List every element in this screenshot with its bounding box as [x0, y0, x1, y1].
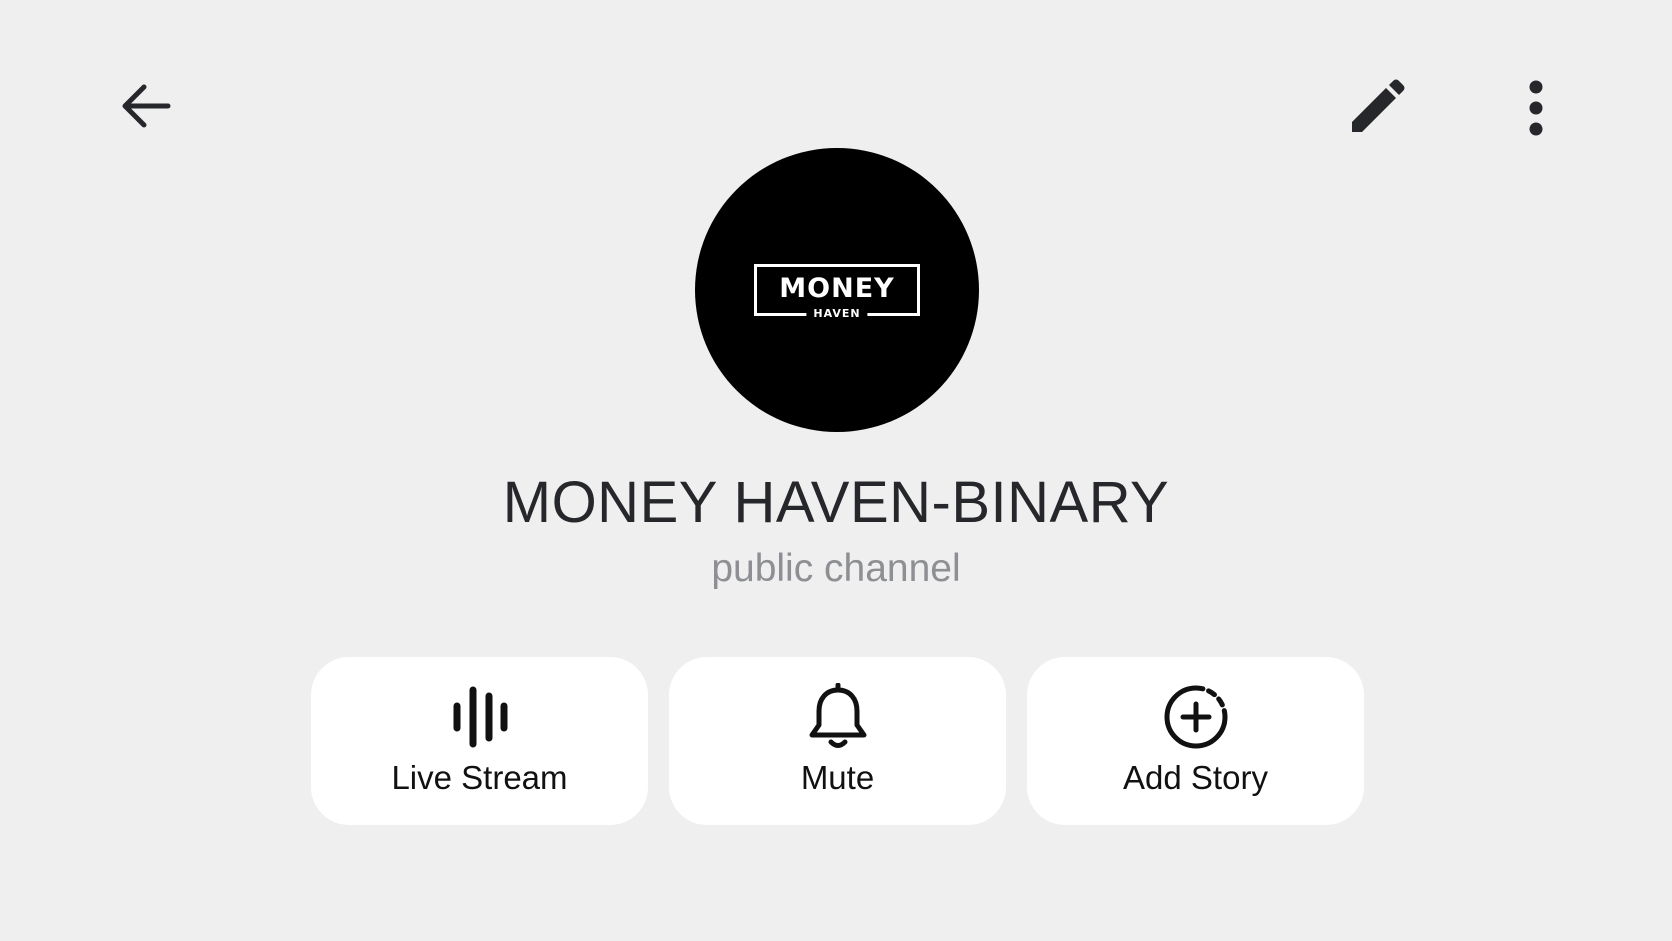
- mute-label: Mute: [800, 759, 875, 796]
- arrow-left-icon: [122, 84, 171, 128]
- back-button[interactable]: [110, 70, 182, 142]
- more-vertical-icon: [1529, 80, 1543, 136]
- channel-name: MONEY HAVEN-BINARY: [502, 470, 1170, 535]
- live-stream-icon: [453, 686, 507, 748]
- logo-main-text: MONEY: [779, 273, 895, 304]
- channel-profile-screen: MONEY HAVEN MONEY HAVEN-BINARY public ch…: [0, 0, 1672, 941]
- more-options-button[interactable]: [1500, 72, 1572, 144]
- channel-type: public channel: [711, 547, 961, 590]
- action-buttons: Live Stream Mute Add Story: [311, 657, 1364, 825]
- mute-button[interactable]: Mute: [669, 657, 1006, 825]
- add-story-icon: [1164, 685, 1227, 749]
- edit-button[interactable]: [1340, 72, 1412, 144]
- add-story-label: Add Story: [1123, 759, 1268, 796]
- channel-avatar[interactable]: MONEY HAVEN: [695, 148, 979, 432]
- live-stream-button[interactable]: Live Stream: [311, 657, 648, 825]
- live-stream-label: Live Stream: [391, 759, 568, 796]
- logo-sub-text: HAVEN: [806, 306, 868, 322]
- bell-icon: [809, 683, 866, 748]
- add-story-button[interactable]: Add Story: [1027, 657, 1364, 825]
- pencil-icon: [1352, 79, 1405, 132]
- channel-logo: MONEY HAVEN: [754, 264, 920, 322]
